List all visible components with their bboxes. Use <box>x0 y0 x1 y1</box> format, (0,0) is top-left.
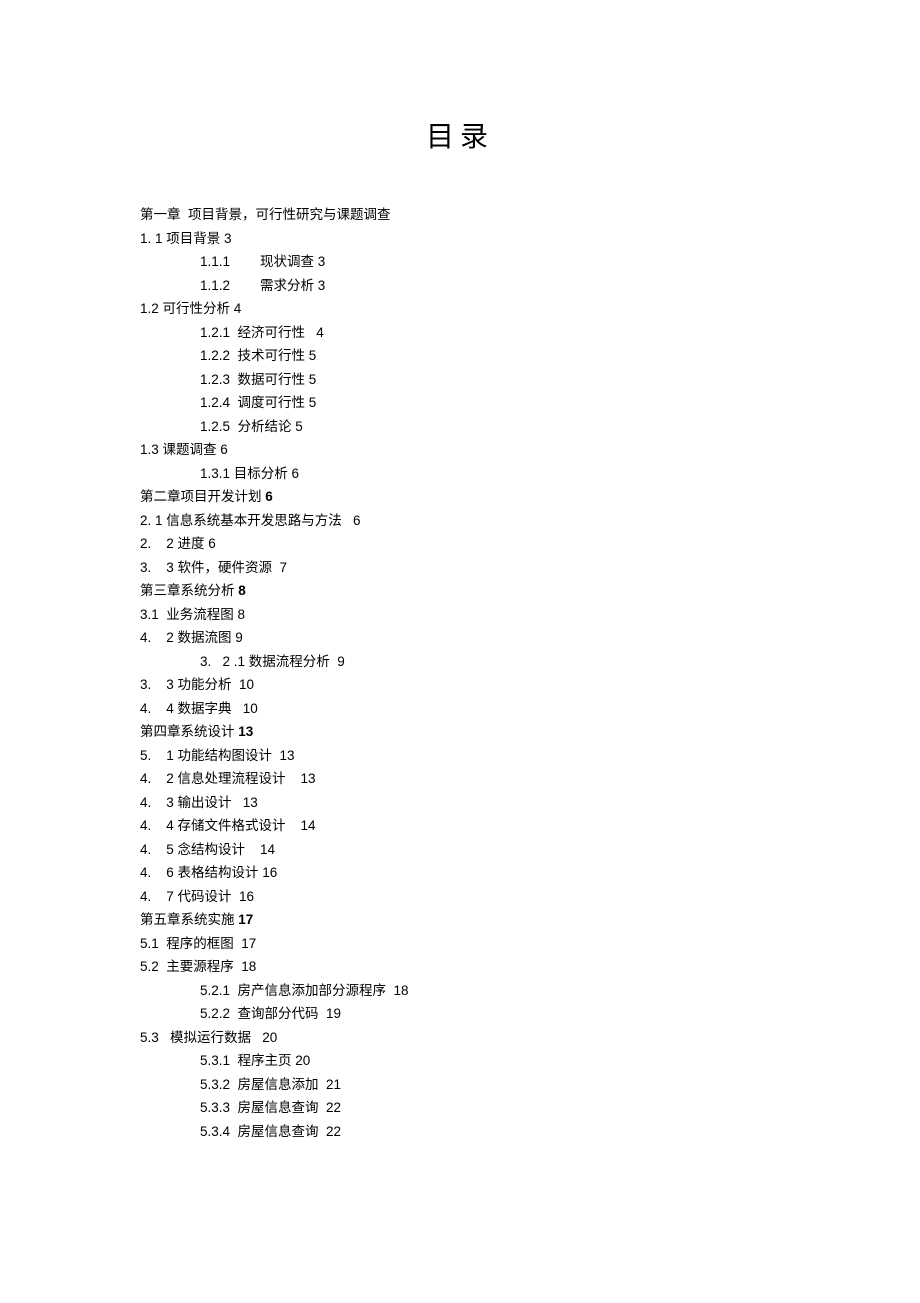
toc-line: 第二章项目开发计划 6 <box>140 485 780 509</box>
toc-line: 2. 2 进度 6 <box>140 532 780 556</box>
table-of-contents: 第一章 项目背景，可行性研究与课题调查1. 1 项目背景 31.1.1 现状调查… <box>140 203 780 1143</box>
toc-line: 5.3.4 房屋信息查询 22 <box>140 1120 780 1144</box>
toc-line: 5. 1 功能结构图设计 13 <box>140 744 780 768</box>
toc-line: 1.3.1 目标分析 6 <box>140 462 780 486</box>
toc-line: 第四章系统设计 13 <box>140 720 780 744</box>
toc-text: 第二章项目开发计划 <box>140 489 265 504</box>
toc-line: 1.2.5 分析结论 5 <box>140 415 780 439</box>
page-title: 目录 <box>140 115 780 155</box>
toc-line: 5.3.3 房屋信息查询 22 <box>140 1096 780 1120</box>
toc-line: 5.2.2 查询部分代码 19 <box>140 1002 780 1026</box>
toc-line: 1.2.1 经济可行性 4 <box>140 321 780 345</box>
toc-text: 第五章系统实施 <box>140 912 238 927</box>
toc-line: 4. 2 数据流图 9 <box>140 626 780 650</box>
toc-line: 5.3 模拟运行数据 20 <box>140 1026 780 1050</box>
toc-line: 3. 3 软件，硬件资源 7 <box>140 556 780 580</box>
toc-line: 1.3 课题调查 6 <box>140 438 780 462</box>
toc-line: 4. 6 表格结构设计 16 <box>140 861 780 885</box>
toc-line: 第三章系统分析 8 <box>140 579 780 603</box>
toc-page-number: 8 <box>238 583 246 598</box>
toc-page-number: 17 <box>238 912 253 927</box>
toc-line: 1.1.1 现状调查 3 <box>140 250 780 274</box>
toc-line: 3. 3 功能分析 10 <box>140 673 780 697</box>
toc-line: 5.1 程序的框图 17 <box>140 932 780 956</box>
toc-line: 4. 3 输出设计 13 <box>140 791 780 815</box>
toc-line: 1. 1 项目背景 3 <box>140 227 780 251</box>
toc-line: 4. 4 存储文件格式设计 14 <box>140 814 780 838</box>
toc-text: 第四章系统设计 <box>140 724 238 739</box>
toc-line: 3. 2 .1 数据流程分析 9 <box>140 650 780 674</box>
toc-line: 第五章系统实施 17 <box>140 908 780 932</box>
toc-line: 5.3.1 程序主页 20 <box>140 1049 780 1073</box>
toc-page-number: 13 <box>238 724 253 739</box>
toc-line: 5.2.1 房产信息添加部分源程序 18 <box>140 979 780 1003</box>
toc-line: 1.1.2 需求分析 3 <box>140 274 780 298</box>
toc-line: 1.2.4 调度可行性 5 <box>140 391 780 415</box>
toc-line: 3.1 业务流程图 8 <box>140 603 780 627</box>
toc-page-number: 6 <box>265 489 273 504</box>
toc-line: 5.3.2 房屋信息添加 21 <box>140 1073 780 1097</box>
toc-line: 4. 7 代码设计 16 <box>140 885 780 909</box>
toc-line: 第一章 项目背景，可行性研究与课题调查 <box>140 203 780 227</box>
toc-text: 第三章系统分析 <box>140 583 238 598</box>
toc-line: 4. 5 念结构设计 14 <box>140 838 780 862</box>
toc-line: 4. 4 数据字典 10 <box>140 697 780 721</box>
document-page: 目录 第一章 项目背景，可行性研究与课题调查1. 1 项目背景 31.1.1 现… <box>0 0 920 1203</box>
toc-line: 2. 1 信息系统基本开发思路与方法 6 <box>140 509 780 533</box>
toc-line: 1.2 可行性分析 4 <box>140 297 780 321</box>
toc-line: 1.2.3 数据可行性 5 <box>140 368 780 392</box>
toc-line: 4. 2 信息处理流程设计 13 <box>140 767 780 791</box>
toc-line: 5.2 主要源程序 18 <box>140 955 780 979</box>
toc-line: 1.2.2 技术可行性 5 <box>140 344 780 368</box>
